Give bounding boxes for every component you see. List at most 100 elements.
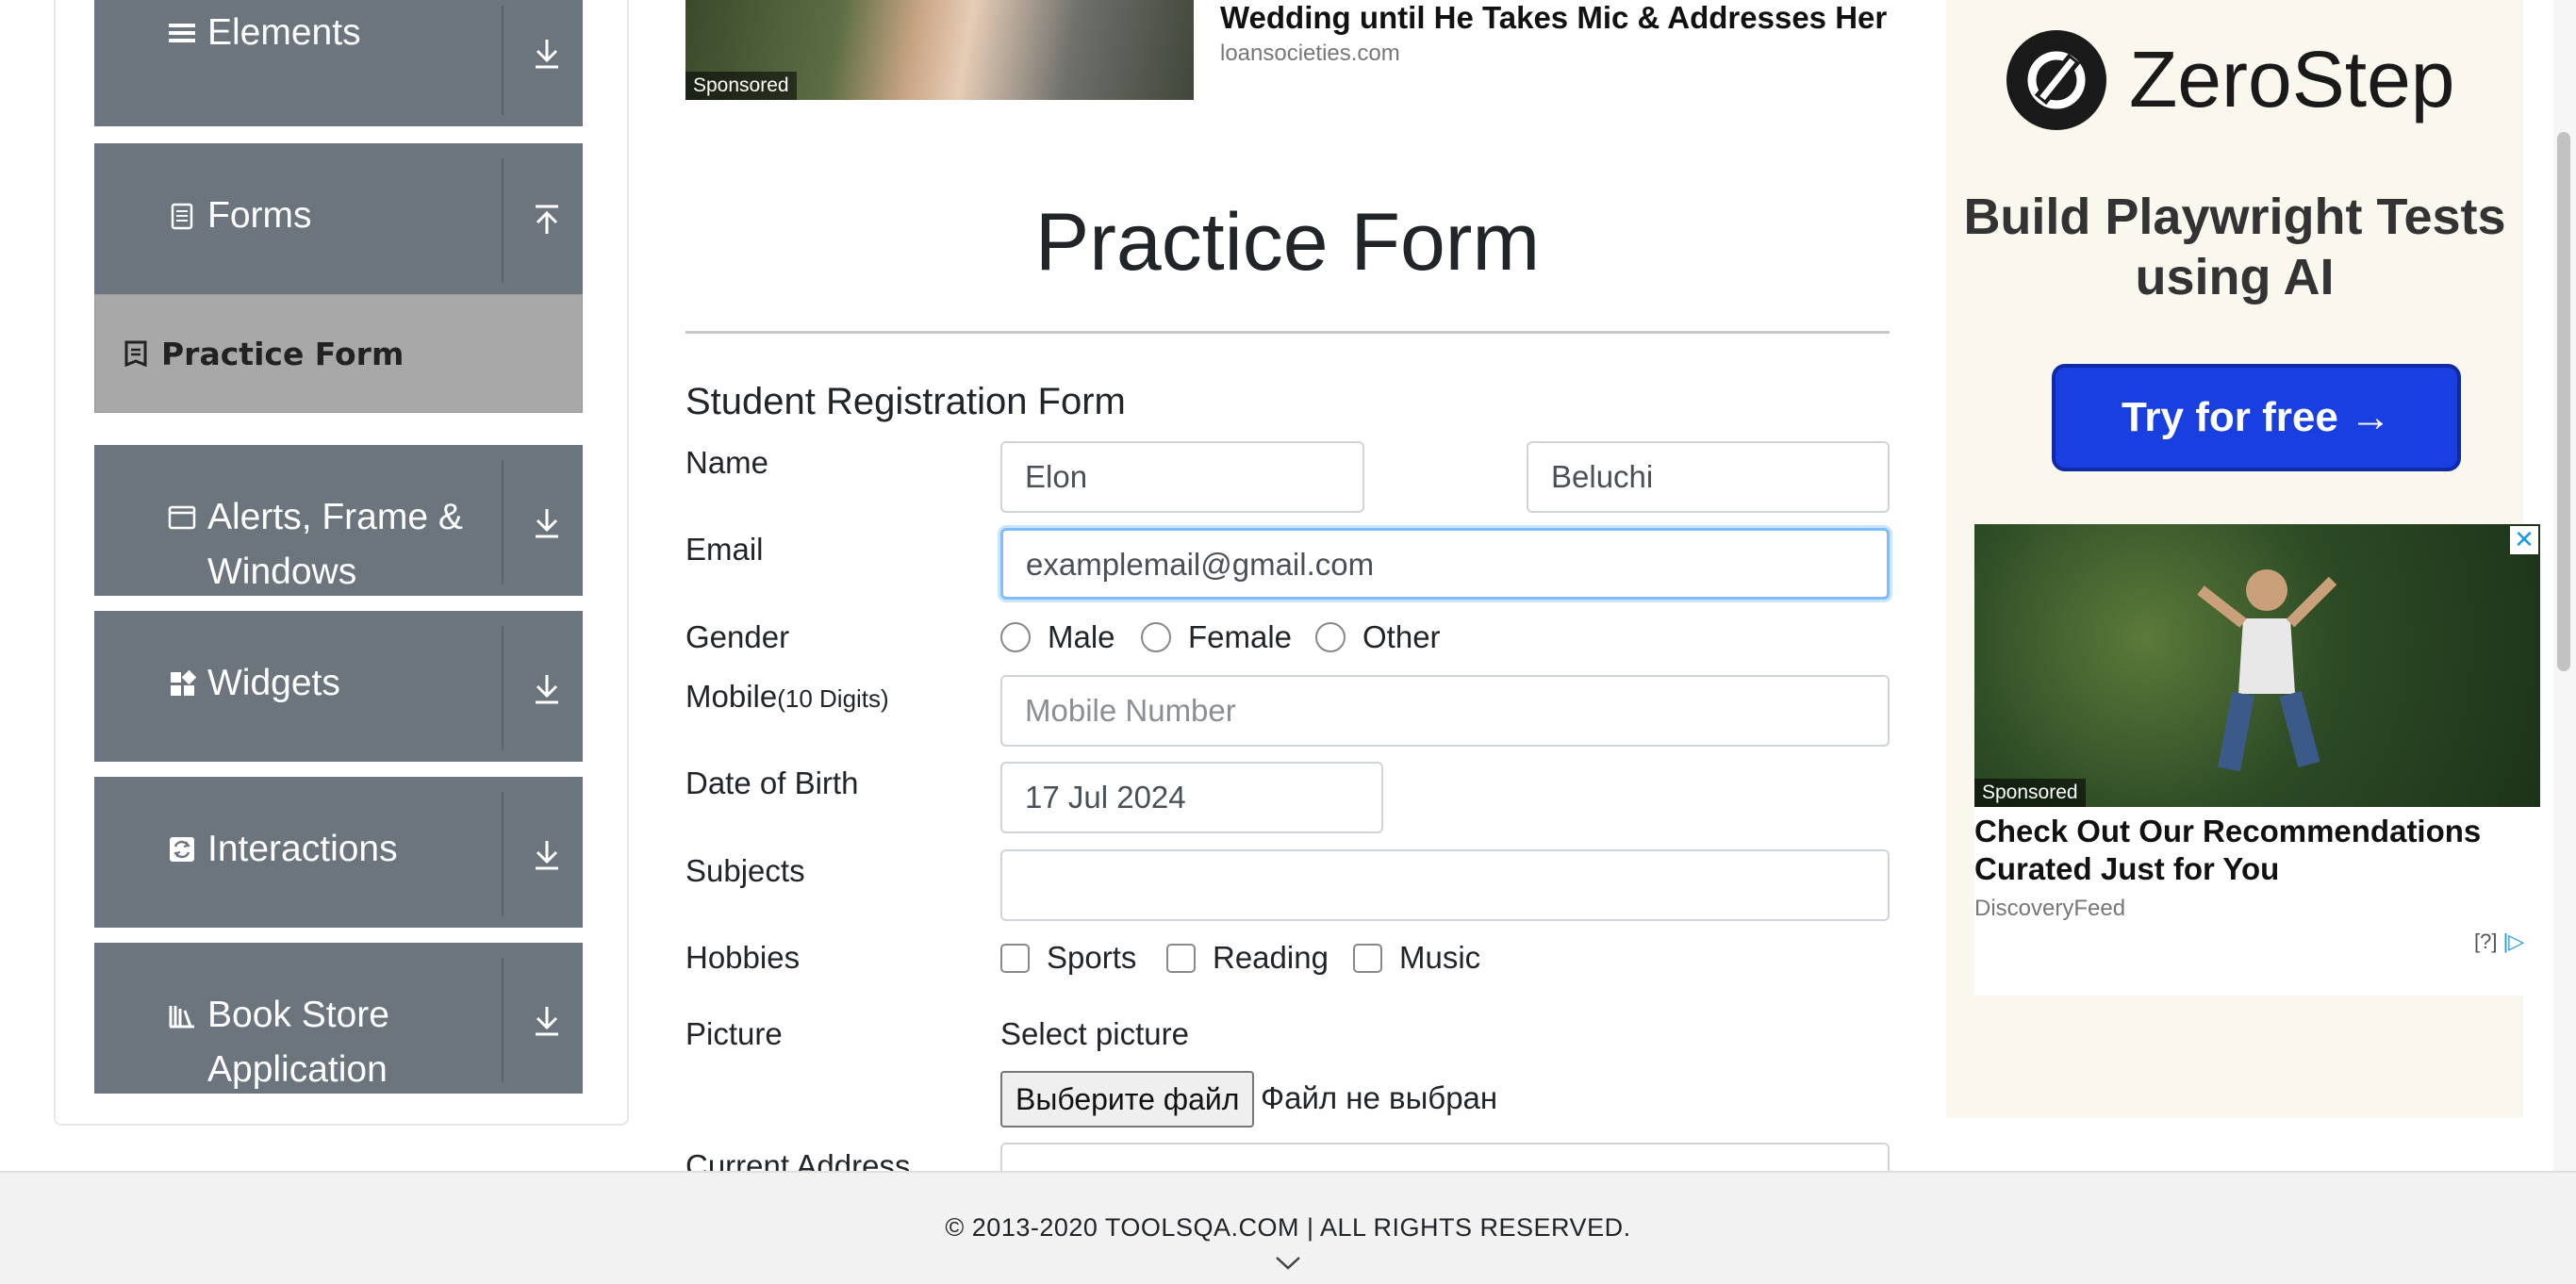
first-name-input[interactable]: Elon [1000,441,1364,513]
sidebar-group-label: Book Store Application [207,995,389,1090]
document-icon [171,203,193,230]
radio-circle[interactable] [1000,622,1031,652]
sidebar-group-forms[interactable]: Forms [94,143,583,294]
checkbox-box[interactable] [1353,943,1382,973]
hobby-checkbox-sports[interactable]: Sports [1000,940,1136,976]
divider [502,958,504,1082]
radio-label: Male [1048,619,1115,654]
chevron-down-icon[interactable] [1274,1254,1302,1273]
download-arrow-icon[interactable] [530,503,564,541]
gender-radio-female[interactable]: Female [1141,619,1292,655]
hobby-checkbox-reading[interactable]: Reading [1166,940,1329,976]
radio-circle[interactable] [1141,622,1171,652]
hobby-checkbox-music[interactable]: Music [1353,940,1480,976]
sidebar-group-label: Elements [207,12,361,53]
download-arrow-icon[interactable] [530,669,564,707]
hobbies-label: Hobbies [685,940,801,975]
widgets-icon [171,669,196,696]
sidebar-group-interactions-title: Interactions [168,822,398,877]
ad-card-source[interactable]: DiscoveryFeed [1974,896,2125,922]
interactions-icon [170,837,194,862]
ad-side-image[interactable]: Sponsored ✕ [1974,524,2540,807]
sponsored-tag: Sponsored [1974,779,2086,807]
person-jumping-image [2197,569,2337,772]
divider [502,792,504,916]
form-icon [124,340,147,368]
gender-label: Gender [685,619,790,654]
subjects-input[interactable] [1000,849,1890,921]
sponsored-tag: Sponsored [685,72,797,100]
sidebar-group-alerts-title: Alerts, Frame & Windows [168,490,470,600]
sidebar-group-label: Forms [207,195,312,236]
zerostep-brand: ZeroStep [2129,35,2455,123]
download-arrow-icon[interactable] [530,34,564,72]
footer-copyright: © 2013-2020 TOOLSQA.COM | ALL RIGHTS RES… [945,1213,1631,1242]
mobile-label: Mobile(10 Digits) [685,679,889,715]
mobile-hint: (10 Digits) [777,684,889,713]
picture-label: Picture [685,1016,783,1051]
page-title: Practice Form [1034,197,1541,288]
divider [502,460,504,584]
gender-radio-other[interactable]: Other [1315,619,1441,655]
name-label: Name [685,445,769,480]
radio-label: Other [1362,619,1441,654]
sidebar-group-elements[interactable]: Elements [94,0,583,126]
close-icon[interactable]: ✕ [2510,526,2538,554]
sidebar-group-bookstore-title: Book Store Application [168,988,470,1097]
ad-top-source[interactable]: loansocieties.com [1220,41,1400,67]
dob-input[interactable]: 17 Jul 2024 [1000,762,1383,833]
subjects-label: Subjects [685,853,805,888]
checkbox-label: Reading [1213,940,1329,975]
sidebar-group-forms-title: Forms [168,189,312,243]
select-picture-label: Select picture [1000,1016,1189,1051]
books-icon [169,1006,194,1029]
mobile-label-text: Mobile [685,679,778,714]
email-label: Email [685,532,764,567]
dob-label: Date of Birth [685,765,859,800]
adchoices[interactable]: [?] |▷ [2474,930,2524,954]
last-name-input[interactable]: Beluchi [1527,441,1890,513]
divider [502,158,504,283]
form-title: Student Registration Form [685,381,1126,422]
sidebar-group-label: Alerts, Frame & Windows [207,497,463,592]
file-status: Файл не выбран [1261,1080,1498,1115]
ad-card-title[interactable]: Check Out Our Recommendations Curated Ju… [1974,813,2502,888]
divider [502,626,504,750]
sidebar-group-book-store[interactable]: Book Store Application [94,943,583,1094]
gender-radio-male[interactable]: Male [1000,619,1115,655]
page: Elements Forms Practice Form Alerts, Fra… [0,0,2576,1284]
divider [502,6,504,115]
adchoice-text: [?] [2474,930,2498,953]
choose-file-button[interactable]: Выберите файл [1000,1071,1255,1128]
window-icon [168,505,196,530]
download-arrow-icon[interactable] [530,1001,564,1039]
title-divider [685,331,1890,334]
mobile-input[interactable]: Mobile Number [1000,675,1890,747]
zerostep-logo-icon [2006,30,2106,130]
sidebar-group-elements-title: Elements [168,6,361,60]
radio-circle[interactable] [1315,622,1346,652]
sidebar-group-widgets-title: Widgets [168,656,340,711]
checkbox-label: Sports [1047,940,1137,975]
sidebar-group-label: Widgets [207,663,340,703]
list-icon [169,24,195,42]
zerostep-tagline: Build Playwright Tests using AI [1963,189,2506,305]
ad-top-title[interactable]: Wedding until He Takes Mic & Addresses H… [1220,0,1887,36]
adchoices-icon: |▷ [2502,930,2525,953]
sidebar-group-widgets[interactable]: Widgets [94,611,583,762]
upload-arrow-icon[interactable] [530,202,564,239]
try-for-free-button[interactable]: Try for free → [2052,364,2461,471]
download-arrow-icon[interactable] [530,835,564,873]
checkbox-box[interactable] [1000,943,1030,973]
sidebar-group-alerts[interactable]: Alerts, Frame & Windows [94,445,583,596]
checkbox-box[interactable] [1166,943,1196,973]
sidebar-group-interactions[interactable]: Interactions [94,777,583,928]
ad-top-image[interactable]: Sponsored [685,0,1194,100]
sidebar-group-label: Interactions [207,829,398,869]
sidebar-item-practice-form[interactable]: Practice Form [94,294,583,413]
radio-label: Female [1188,619,1293,654]
scrollbar-thumb[interactable] [2557,132,2570,671]
checkbox-label: Music [1399,940,1481,975]
sidebar-item-label: Practice Form [161,335,405,372]
email-input[interactable]: examplemail@gmail.com [1000,528,1890,600]
